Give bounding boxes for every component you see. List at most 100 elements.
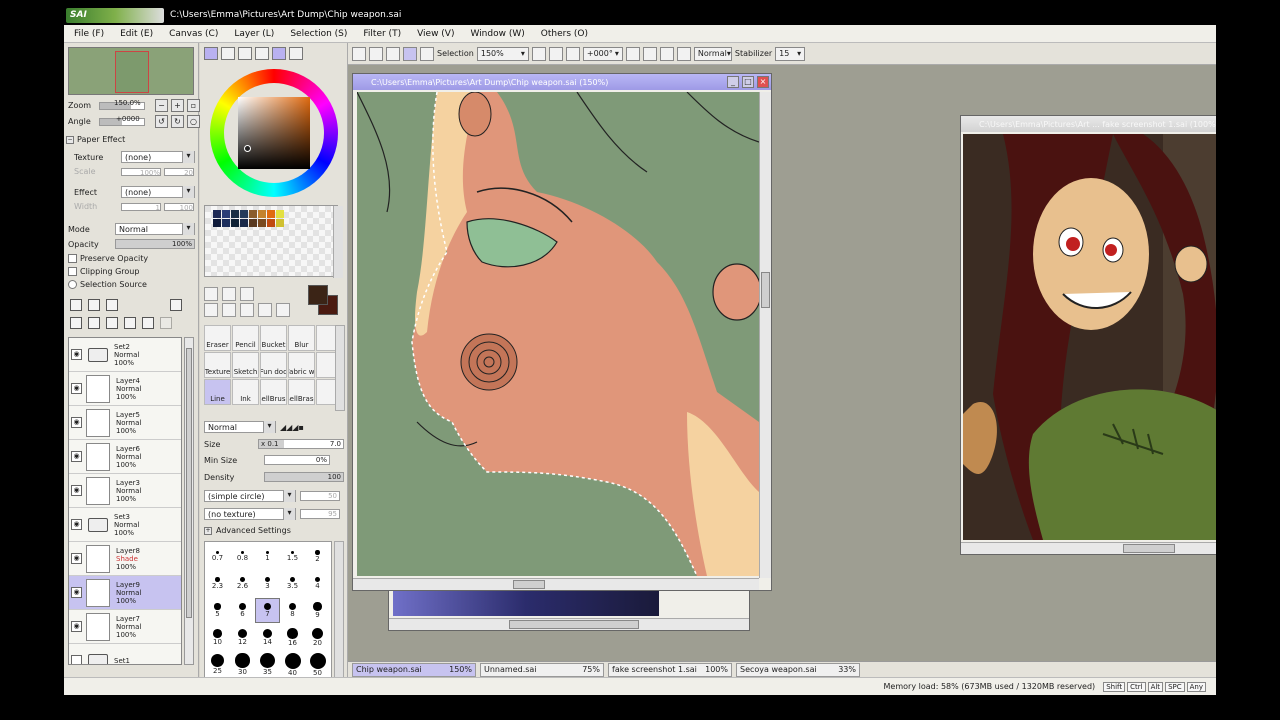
color-swatch[interactable] — [222, 210, 230, 218]
layer-row[interactable]: ◉ Layer9 Normal 100% — [69, 576, 181, 610]
minimize-button[interactable]: _ — [727, 76, 739, 88]
brush-size-preset[interactable]: 3 — [255, 571, 280, 596]
visibility-eye-icon[interactable]: ◉ — [71, 519, 82, 530]
layer-row[interactable]: ◉ Layer6 Normal 100% — [69, 440, 181, 474]
layer-row[interactable]: ◉ Layer8 Shade 100% — [69, 542, 181, 576]
brush-tool-line[interactable]: Line — [204, 379, 231, 405]
rotate-icon[interactable] — [240, 303, 254, 317]
menu-window[interactable]: Window (W) — [470, 29, 524, 39]
color-swatch-fg-bg[interactable] — [308, 285, 338, 315]
clipping-group-checkbox[interactable] — [68, 267, 77, 276]
brush-tool-scrollbar[interactable] — [335, 325, 345, 411]
layer-folder[interactable]: ◉ Set3 Normal 100% — [69, 508, 181, 542]
main-canvas-window[interactable]: C:\Users\Emma\Pictures\Art Dump\Chip wea… — [352, 73, 772, 591]
preserve-opacity-row[interactable]: Preserve Opacity — [68, 254, 148, 263]
layer-row[interactable]: ◉ Layer4 Normal 100% — [69, 372, 181, 406]
background-canvas-hscroll[interactable] — [389, 618, 749, 630]
scale-number[interactable]: 20 — [164, 167, 194, 177]
menu-file[interactable]: File (F) — [74, 29, 104, 39]
main-canvas-hscroll[interactable] — [353, 578, 759, 590]
brush-shape-strength[interactable]: 50 — [300, 491, 340, 501]
select-rect-icon[interactable] — [204, 287, 218, 301]
scale-slider[interactable]: 100% — [121, 167, 161, 177]
redo-icon[interactable] — [369, 46, 383, 61]
zoom-in-button[interactable]: + — [171, 99, 184, 112]
color-swatch[interactable] — [258, 210, 266, 218]
zoom-icon[interactable] — [222, 303, 236, 317]
swatches-mode-button[interactable] — [272, 47, 286, 60]
apply-mask-icon[interactable] — [170, 299, 182, 311]
brush-size-preset[interactable]: 8 — [280, 598, 305, 623]
visibility-eye-icon[interactable]: ◉ — [71, 383, 82, 394]
reference-canvas-window[interactable]: C:\Users\Emma\Pictures\Art ... fake scre… — [960, 115, 1216, 555]
brush-tool-fabric-wt[interactable]: Fabric wt — [288, 352, 315, 378]
preserve-opacity-checkbox[interactable] — [68, 254, 77, 263]
brush-shape-icons[interactable]: ◢◢◢▪ — [280, 423, 304, 432]
menu-selection[interactable]: Selection (S) — [290, 29, 347, 39]
visibility-eye-icon[interactable]: ◉ — [71, 349, 82, 360]
brush-size-preset[interactable]: 25 — [205, 652, 230, 677]
stabilizer-select[interactable]: 15 ▾ — [775, 46, 806, 61]
undo-icon[interactable] — [352, 46, 366, 61]
lasso-icon[interactable] — [222, 287, 236, 301]
color-swatch[interactable] — [231, 210, 239, 218]
intermediate-color-button[interactable] — [255, 47, 269, 60]
menu-filter[interactable]: Filter (T) — [363, 29, 401, 39]
selection-source-row[interactable]: Selection Source — [68, 280, 147, 289]
color-wheel-mode-button[interactable] — [204, 47, 218, 60]
layer-list[interactable]: ◉ Set2 Normal 100% ◉ Layer4 Normal 100% ◉ Layer5 N… — [68, 337, 182, 665]
brush-size-preset[interactable]: 2.3 — [205, 571, 230, 596]
hand-icon[interactable] — [258, 303, 272, 317]
layer-list-scrollbar[interactable] — [184, 337, 194, 665]
selection-source-radio[interactable] — [68, 280, 77, 289]
zoom-in-icon[interactable] — [548, 46, 563, 61]
visibility-eye-icon[interactable]: ◉ — [71, 417, 82, 428]
expand-icon[interactable]: + — [204, 526, 212, 535]
move-icon[interactable] — [204, 303, 218, 317]
magic-wand-icon[interactable] — [240, 287, 254, 301]
width-number[interactable]: 100 — [164, 202, 194, 212]
color-swatch[interactable] — [213, 219, 221, 227]
brush-size-preset[interactable]: 30 — [230, 652, 255, 677]
collapse-icon[interactable]: − — [66, 135, 74, 144]
brush-tool-fun-doo[interactable]: Fun doo — [260, 352, 287, 378]
reference-artwork[interactable] — [963, 134, 1216, 540]
menu-view[interactable]: View (V) — [417, 29, 454, 39]
color-swatch[interactable] — [258, 219, 266, 227]
menu-edit[interactable]: Edit (E) — [120, 29, 153, 39]
layer-folder[interactable]: ◉ Set2 Normal 100% — [69, 338, 181, 372]
color-swatch[interactable] — [231, 219, 239, 227]
texture-select[interactable]: (none) — [121, 151, 195, 163]
file-tab[interactable]: fake screenshot 1.sai 100% — [608, 662, 732, 677]
deselect-icon[interactable] — [386, 46, 400, 61]
layer-property-icon[interactable] — [160, 317, 172, 329]
brush-size-preset[interactable]: 0.7 — [205, 544, 230, 569]
visibility-eye-icon[interactable]: ◉ — [71, 485, 82, 496]
min-size-slider[interactable]: 0% — [264, 455, 330, 465]
layer-row[interactable]: ◉ Layer3 Normal 100% — [69, 474, 181, 508]
brush-size-preset[interactable]: 2.6 — [230, 571, 255, 596]
brush-blend-select[interactable]: Normal — [204, 421, 276, 433]
artwork-canvas[interactable] — [357, 92, 759, 576]
brush-size-preset[interactable]: 7 — [255, 598, 280, 623]
brush-size-preset[interactable]: 0.8 — [230, 544, 255, 569]
saturation-value-square[interactable] — [238, 97, 310, 169]
brush-tool-texture[interactable]: Texture — [204, 352, 231, 378]
rotate-right-button[interactable]: ↻ — [171, 115, 184, 128]
opacity-slider[interactable]: 100% — [115, 239, 195, 249]
visibility-eye-icon[interactable] — [71, 655, 82, 664]
visibility-eye-icon[interactable]: ◉ — [71, 451, 82, 462]
color-swatch[interactable] — [213, 210, 221, 218]
eyedropper-icon[interactable] — [276, 303, 290, 317]
delete-layer-icon[interactable] — [142, 317, 154, 329]
size-multiplier[interactable]: x 0.1 — [261, 440, 279, 448]
file-tab[interactable]: Secoya weapon.sai 33% — [736, 662, 860, 677]
width-slider[interactable]: 1 — [121, 202, 161, 212]
brush-size-preset[interactable]: 2 — [305, 544, 330, 569]
flip-icon[interactable] — [676, 46, 691, 61]
color-swatch[interactable] — [276, 210, 284, 218]
brush-size-preset[interactable]: 40 — [280, 652, 305, 677]
reference-canvas-hscroll[interactable] — [961, 542, 1216, 554]
color-wheel[interactable] — [210, 69, 338, 197]
brush-texture-strength[interactable]: 95 — [300, 509, 340, 519]
